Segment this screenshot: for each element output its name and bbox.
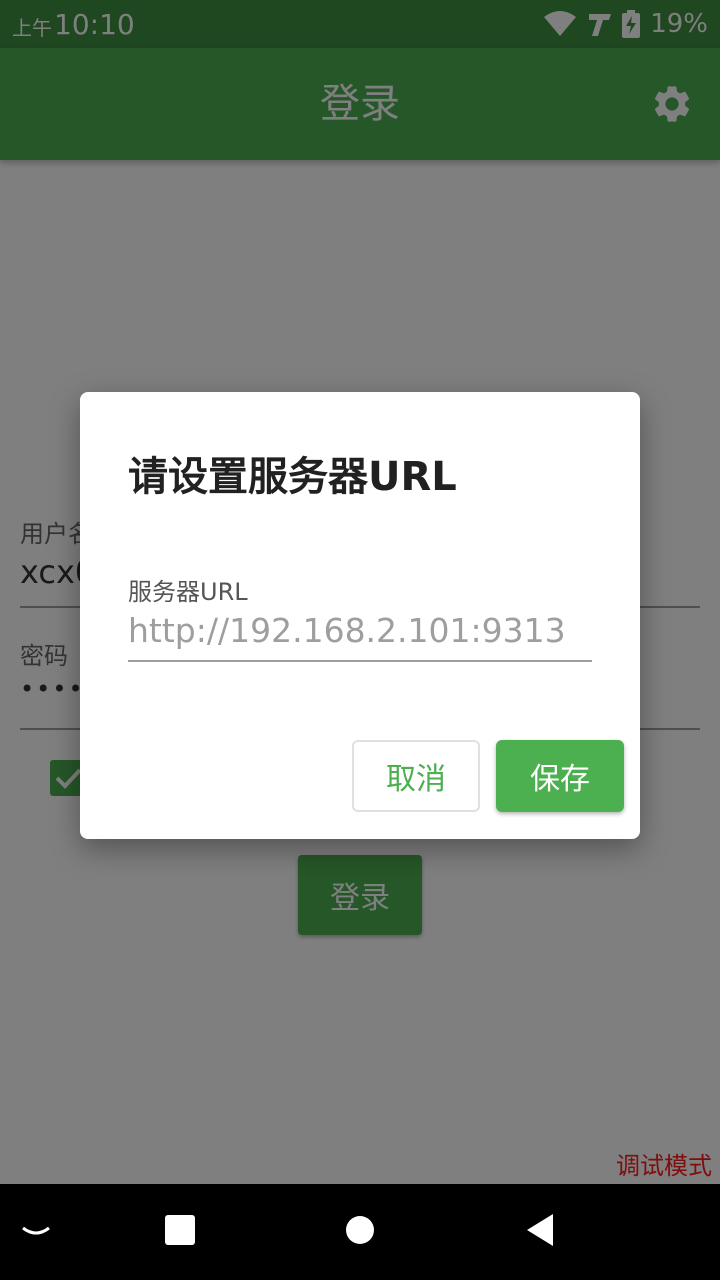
navigation-bar — [0, 1184, 720, 1280]
hide-keyboard-button[interactable] — [0, 1184, 72, 1280]
chevron-down-icon — [21, 1223, 51, 1242]
server-url-input[interactable] — [128, 600, 592, 662]
back-icon — [525, 1213, 555, 1251]
dialog-title: 请设置服务器URL — [128, 454, 457, 500]
save-button[interactable]: 保存 — [496, 740, 624, 812]
home-button[interactable] — [320, 1184, 400, 1280]
recents-icon — [164, 1214, 196, 1250]
server-url-dialog: 请设置服务器URL 服务器URL 取消 保存 — [80, 392, 640, 839]
recents-button[interactable] — [140, 1184, 220, 1280]
back-button[interactable] — [500, 1184, 580, 1280]
cancel-button[interactable]: 取消 — [352, 740, 480, 812]
home-icon — [345, 1215, 375, 1249]
